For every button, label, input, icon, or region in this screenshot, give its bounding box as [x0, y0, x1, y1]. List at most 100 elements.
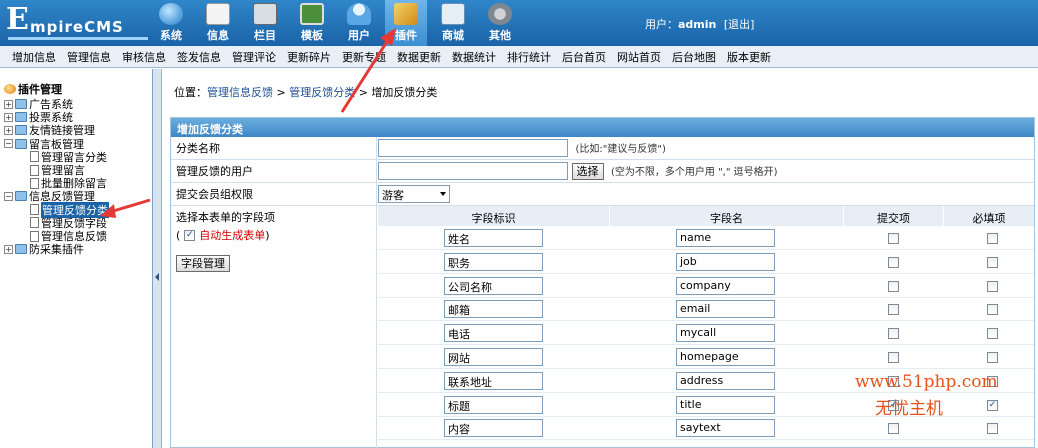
field-name-input[interactable]: title	[676, 395, 775, 414]
folder-icon	[15, 125, 27, 136]
select-user-button[interactable]: 选择	[571, 162, 604, 180]
plugin-tree: 插件管理 + 广告系统 + 投票系统 + 友情链接管理 − 留言板管理 管理留言分类 管理留言 批量…	[0, 69, 153, 448]
nav-shop[interactable]: 商城	[432, 0, 474, 46]
field-id-input[interactable]: 公司名称	[444, 276, 543, 295]
submit-checkbox[interactable]	[888, 304, 899, 316]
manager-cell: 选择 (空为不限，多个用户用 "," 逗号格开)	[378, 160, 1034, 182]
menu-item[interactable]: 管理信息	[67, 49, 111, 65]
nav-globe[interactable]: 系统	[150, 0, 192, 46]
required-checkbox[interactable]	[987, 304, 998, 316]
menu-item[interactable]: 签发信息	[177, 49, 221, 65]
document-icon	[30, 151, 39, 163]
collapse-arrow-icon[interactable]	[155, 273, 159, 281]
table-row: 电话 mycall	[378, 321, 1034, 346]
col-submit: 提交项	[844, 206, 944, 226]
expand-icon[interactable]: +	[4, 244, 13, 254]
gear-icon	[488, 3, 512, 25]
required-checkbox[interactable]	[987, 423, 998, 435]
required-checkbox[interactable]	[987, 328, 998, 340]
menu-item[interactable]: 后台地图	[672, 49, 716, 65]
plugin-root-icon	[4, 84, 16, 94]
required-checkbox[interactable]	[987, 233, 998, 244]
nav-folder[interactable]: 栏目	[244, 0, 286, 46]
required-checkbox[interactable]	[987, 256, 998, 268]
field-name-input[interactable]: saytext	[676, 419, 775, 438]
tree-item[interactable]: + 防采集插件	[4, 241, 84, 257]
group-select[interactable]: 游客	[378, 185, 450, 203]
submit-checkbox[interactable]	[888, 328, 899, 340]
field-manage-button[interactable]: 字段管理	[176, 255, 230, 272]
field-id-input[interactable]: 姓名	[444, 229, 543, 247]
menu-bar: 增加信息 管理信息 审核信息 签发信息 管理评论 更新碎片 更新专题 数据更新 数据统计 排行统计…	[0, 46, 1038, 68]
field-id-input[interactable]: 职务	[444, 252, 543, 271]
col-required: 必填项	[944, 206, 1034, 226]
auto-form-checkbox[interactable]: ✓	[184, 229, 196, 241]
user-icon	[347, 3, 371, 25]
submit-checkbox[interactable]	[888, 233, 899, 244]
manager-input[interactable]	[378, 162, 568, 180]
menu-item[interactable]: 审核信息	[122, 49, 166, 65]
menu-item[interactable]: 数据更新	[397, 49, 441, 65]
field-name-input[interactable]: company	[676, 276, 775, 295]
nav-plugin[interactable]: 插件	[385, 0, 427, 46]
menu-item[interactable]: 排行统计	[507, 49, 551, 65]
col-field-name: 字段名	[610, 206, 844, 226]
folder-icon	[15, 112, 27, 123]
field-id-input[interactable]: 标题	[444, 395, 543, 414]
collapse-icon[interactable]: −	[4, 139, 13, 149]
required-checkbox[interactable]	[987, 280, 998, 292]
menu-item[interactable]: 后台首页	[562, 49, 606, 65]
expand-icon[interactable]: +	[4, 125, 13, 135]
collapse-icon[interactable]: −	[4, 191, 13, 201]
manager-label: 管理反馈的用户	[171, 160, 377, 182]
folder-icon	[15, 191, 27, 202]
required-checkbox[interactable]	[987, 352, 998, 363]
menu-item[interactable]: 更新碎片	[287, 49, 331, 65]
submit-checkbox[interactable]	[888, 352, 899, 363]
category-name-cell: (比如:"建议与反馈")	[378, 137, 1034, 159]
form-title: 增加反馈分类	[171, 118, 1034, 137]
document-icon	[30, 204, 39, 216]
field-name-input[interactable]: mycall	[676, 324, 775, 343]
nav-user[interactable]: 用户	[338, 0, 380, 46]
breadcrumb-link-feedback[interactable]: 管理信息反馈	[207, 86, 273, 99]
category-name-input[interactable]	[378, 139, 568, 157]
menu-item[interactable]: 管理评论	[232, 49, 276, 65]
nav-template[interactable]: 模板	[291, 0, 333, 46]
group-select-value: 游客	[382, 189, 404, 202]
field-id-input[interactable]: 内容	[444, 419, 543, 438]
field-name-input[interactable]: job	[676, 252, 775, 271]
table-row: 网站 homepage	[378, 345, 1034, 369]
nav-label: 用户	[348, 29, 370, 42]
menu-item[interactable]: 增加信息	[12, 49, 56, 65]
group-label: 提交会员组权限	[171, 183, 377, 205]
menu-item[interactable]: 更新专题	[342, 49, 386, 65]
field-id-input[interactable]: 联系地址	[444, 371, 543, 390]
expand-icon[interactable]: +	[4, 112, 13, 122]
menu-item[interactable]: 网站首页	[617, 49, 661, 65]
breadcrumb-sep: >	[273, 86, 290, 99]
field-id-input[interactable]: 邮箱	[444, 300, 543, 319]
submit-checkbox[interactable]	[888, 280, 899, 292]
menu-item[interactable]: 版本更新	[727, 49, 771, 65]
field-name-input[interactable]: homepage	[676, 348, 775, 366]
breadcrumb-link-category[interactable]: 管理反馈分类	[289, 86, 355, 99]
required-checkbox[interactable]: ✓	[987, 399, 998, 411]
table-row: 公司名称 company	[378, 274, 1034, 298]
field-name-input[interactable]: email	[676, 300, 775, 319]
expand-icon[interactable]: +	[4, 99, 13, 109]
nav-gear[interactable]: 其他	[479, 0, 521, 46]
pane-splitter[interactable]	[153, 69, 162, 448]
field-id-input[interactable]: 电话	[444, 324, 543, 343]
nav-document[interactable]: 信息	[197, 0, 239, 46]
document-icon	[206, 3, 230, 25]
field-name-input[interactable]: name	[676, 229, 775, 247]
logout-link[interactable]: [退出]	[724, 18, 755, 31]
submit-checkbox[interactable]	[888, 256, 899, 268]
watermark-brand: 无忧主机	[875, 399, 943, 419]
menu-item[interactable]: 数据统计	[452, 49, 496, 65]
field-name-input[interactable]: address	[676, 371, 775, 390]
submit-checkbox[interactable]	[888, 423, 899, 435]
tree-root: 插件管理	[4, 81, 62, 97]
field-id-input[interactable]: 网站	[444, 348, 543, 366]
